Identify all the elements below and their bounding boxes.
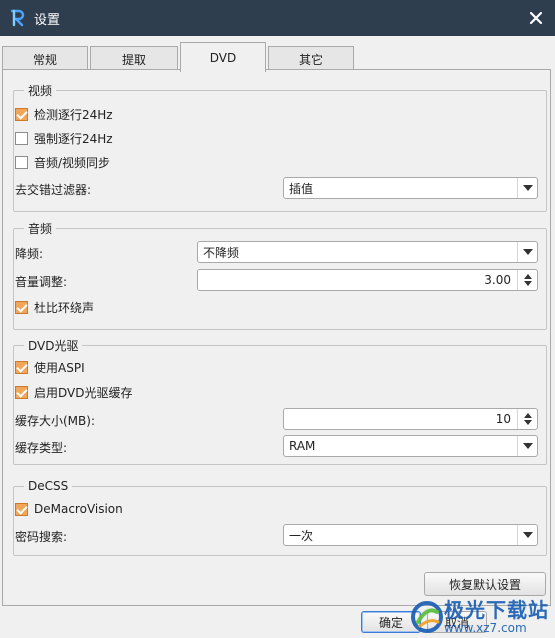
- dvd-drive-legend: DVD光驱: [28, 339, 79, 353]
- force-24hz-label: 强制逐行24Hz: [34, 131, 113, 146]
- enable-cache-checkbox[interactable]: 启用DVD光驱缓存: [15, 382, 132, 402]
- downmix-label: 降频:: [15, 247, 44, 261]
- detect-24hz-label: 检测逐行24Hz: [34, 107, 113, 122]
- cache-type-label: 缓存类型:: [15, 441, 68, 455]
- deinterlace-select[interactable]: 插值: [283, 177, 538, 199]
- tab-dvd[interactable]: DVD: [180, 42, 266, 72]
- volume-label: 音量调整:: [15, 275, 68, 289]
- use-aspi-label: 使用ASPI: [34, 360, 85, 375]
- volume-value: 3.00: [484, 273, 511, 287]
- volume-stepper[interactable]: 3.00: [197, 269, 538, 291]
- key-search-select[interactable]: 一次: [283, 524, 538, 546]
- key-search-label: 密码搜索:: [15, 530, 68, 544]
- dolby-label: 杜比环绕声: [34, 300, 95, 315]
- checkbox-checked-icon: [15, 385, 28, 399]
- audio-legend: 音频: [28, 222, 53, 236]
- app-logo-icon: [8, 8, 28, 28]
- checkbox-checked-icon: [15, 360, 28, 374]
- close-icon: [529, 11, 543, 25]
- checkbox-checked-icon: [15, 107, 28, 121]
- chevron-down-icon: [517, 436, 537, 456]
- watermark-url: www.xz7.com: [444, 621, 527, 635]
- checkbox-unchecked-icon: [15, 131, 28, 145]
- checkbox-checked-icon: [15, 300, 28, 314]
- spin-arrows-icon[interactable]: [517, 409, 537, 429]
- dolby-checkbox[interactable]: 杜比环绕声: [15, 297, 94, 317]
- av-sync-label: 音频/视频同步: [34, 155, 111, 170]
- close-button[interactable]: [525, 7, 547, 29]
- title-bar: 设置: [0, 0, 555, 36]
- av-sync-checkbox[interactable]: 音频/视频同步: [15, 152, 110, 172]
- site-watermark: 极光下载站 www.xz7.com: [410, 600, 549, 634]
- watermark-name: 极光下载站: [444, 598, 549, 622]
- tab-strip: 常规 提取 DVD 其它: [0, 42, 555, 72]
- settings-panel: 视频 检测逐行24Hz 强制逐行24Hz 音频/视频同步 去交错过滤器: 插值 …: [2, 69, 551, 606]
- enable-cache-label: 启用DVD光驱缓存: [34, 385, 133, 400]
- cache-size-label: 缓存大小(MB):: [15, 414, 95, 428]
- deinterlace-value: 插值: [289, 181, 314, 196]
- decss-legend: DeCSS: [28, 479, 69, 493]
- detect-24hz-checkbox[interactable]: 检测逐行24Hz: [15, 104, 113, 124]
- video-legend: 视频: [28, 84, 53, 98]
- chevron-down-icon: [517, 525, 537, 545]
- restore-defaults-button[interactable]: 恢复默认设置: [424, 572, 546, 596]
- aurora-logo-icon: [411, 601, 443, 633]
- demacrovision-checkbox[interactable]: DeMacroVision: [15, 499, 123, 519]
- cache-size-stepper[interactable]: 10: [283, 408, 538, 430]
- chevron-down-icon: [517, 178, 537, 198]
- key-search-value: 一次: [289, 528, 314, 543]
- checkbox-unchecked-icon: [15, 155, 28, 169]
- force-24hz-checkbox[interactable]: 强制逐行24Hz: [15, 128, 113, 148]
- checkbox-checked-icon: [15, 502, 28, 516]
- use-aspi-checkbox[interactable]: 使用ASPI: [15, 357, 85, 377]
- cache-type-select[interactable]: RAM: [283, 435, 538, 457]
- cache-type-value: RAM: [289, 439, 316, 453]
- window-title: 设置: [34, 12, 61, 28]
- cache-size-value: 10: [495, 412, 511, 426]
- spin-arrows-icon[interactable]: [517, 270, 537, 290]
- deinterlace-label: 去交错过滤器:: [15, 183, 92, 197]
- downmix-select[interactable]: 不降频: [197, 241, 538, 263]
- chevron-down-icon: [517, 242, 537, 262]
- downmix-value: 不降频: [203, 245, 240, 260]
- demacrovision-label: DeMacroVision: [34, 502, 123, 516]
